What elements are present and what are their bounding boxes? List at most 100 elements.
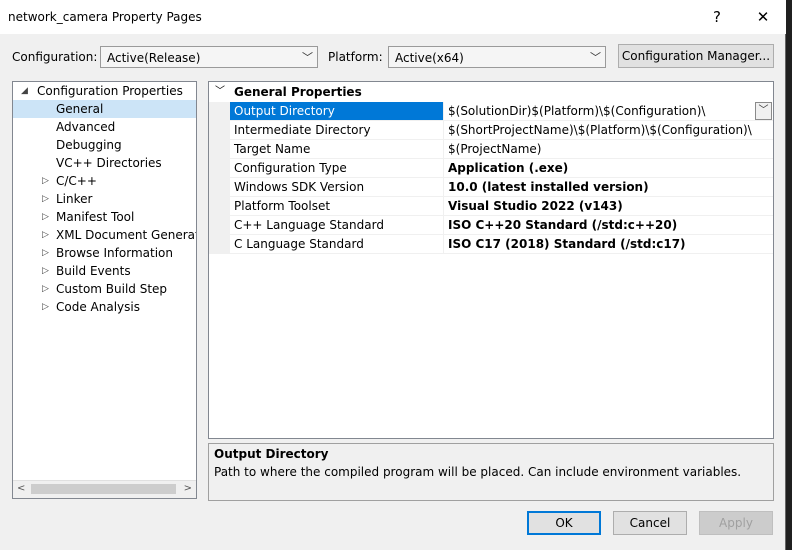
property-name[interactable]: C++ Language Standard bbox=[230, 216, 444, 235]
tree-item-linker[interactable]: ▷ Linker bbox=[13, 190, 196, 208]
tree-item-xml-document-generator[interactable]: ▷ XML Document Generator bbox=[13, 226, 196, 244]
tree-item-c-cpp[interactable]: ▷ C/C++ bbox=[13, 172, 196, 190]
row-gutter bbox=[209, 159, 230, 178]
property-value[interactable]: $(ShortProjectName)\$(Platform)\$(Config… bbox=[444, 121, 773, 140]
tree-item-label: Advanced bbox=[56, 120, 116, 134]
help-button[interactable]: ? bbox=[694, 0, 740, 34]
chevron-down-icon: ﹀ bbox=[590, 51, 601, 64]
tree-expanded-icon[interactable]: ◢ bbox=[21, 82, 28, 100]
property-value[interactable]: Visual Studio 2022 (v143) bbox=[444, 197, 773, 216]
platform-combo-value: Active(x64) bbox=[395, 51, 464, 65]
help-icon: ? bbox=[713, 8, 721, 26]
row-gutter bbox=[209, 197, 230, 216]
category-title: General Properties bbox=[234, 85, 362, 99]
apply-button[interactable]: Apply bbox=[699, 511, 773, 535]
configuration-manager-button[interactable]: Configuration Manager... bbox=[618, 44, 774, 68]
row-gutter bbox=[209, 140, 230, 159]
tree-collapsed-icon[interactable]: ▷ bbox=[42, 226, 49, 244]
tree-item-label: Configuration Properties bbox=[37, 84, 183, 98]
property-value[interactable]: ISO C17 (2018) Standard (/std:c17) bbox=[444, 235, 773, 254]
tree-item-label: Manifest Tool bbox=[56, 210, 135, 224]
platform-label: Platform: bbox=[328, 50, 383, 64]
configuration-combo[interactable]: Active(Release) ﹀ bbox=[100, 46, 318, 68]
scroll-right-icon[interactable]: > bbox=[184, 483, 192, 494]
scroll-left-icon[interactable]: < bbox=[17, 483, 25, 494]
property-value[interactable]: $(ProjectName) bbox=[444, 140, 773, 159]
chevron-down-icon[interactable]: ﹀ bbox=[215, 82, 225, 102]
tree-item-label: C/C++ bbox=[56, 174, 97, 188]
tree-collapsed-icon[interactable]: ▷ bbox=[42, 208, 49, 226]
tree-horizontal-scrollbar[interactable]: < > bbox=[13, 480, 196, 498]
tree-item-vc-directories[interactable]: VC++ Directories bbox=[13, 154, 196, 172]
tree-item-browse-information[interactable]: ▷ Browse Information bbox=[13, 244, 196, 262]
property-name[interactable]: Intermediate Directory bbox=[230, 121, 444, 140]
tree-item-configuration-properties[interactable]: ◢ Configuration Properties bbox=[13, 82, 196, 100]
cancel-button[interactable]: Cancel bbox=[613, 511, 687, 535]
close-icon: ✕ bbox=[756, 8, 770, 26]
property-row-windows-sdk-version[interactable]: Windows SDK Version 10.0 (latest install… bbox=[209, 178, 773, 197]
chevron-down-icon: ﹀ bbox=[302, 51, 313, 64]
scrollbar-thumb[interactable] bbox=[31, 484, 176, 494]
row-gutter bbox=[209, 121, 230, 140]
property-grid: ﹀ General Properties Output Directory $(… bbox=[208, 81, 774, 439]
property-row-configuration-type[interactable]: Configuration Type Application (.exe) bbox=[209, 159, 773, 178]
value-dropdown-button[interactable]: ﹀ bbox=[755, 102, 772, 120]
tree-collapsed-icon[interactable]: ▷ bbox=[42, 244, 49, 262]
property-name[interactable]: C Language Standard bbox=[230, 235, 444, 254]
platform-combo[interactable]: Active(x64) ﹀ bbox=[388, 46, 606, 68]
tree-item-label: VC++ Directories bbox=[56, 156, 162, 170]
property-tree: ◢ Configuration Properties General Advan… bbox=[12, 81, 197, 499]
property-name[interactable]: Target Name bbox=[230, 140, 444, 159]
tree-item-manifest-tool[interactable]: ▷ Manifest Tool bbox=[13, 208, 196, 226]
property-name[interactable]: Output Directory bbox=[230, 102, 444, 121]
tree-item-general[interactable]: General bbox=[13, 100, 196, 118]
tree-item-label: Browse Information bbox=[56, 246, 173, 260]
window-title: network_camera Property Pages bbox=[8, 10, 202, 24]
property-name[interactable]: Configuration Type bbox=[230, 159, 444, 178]
tree-item-code-analysis[interactable]: ▷ Code Analysis bbox=[13, 298, 196, 316]
tree-item-advanced[interactable]: Advanced bbox=[13, 118, 196, 136]
description-title: Output Directory bbox=[214, 447, 329, 461]
tree-item-label: Build Events bbox=[56, 264, 131, 278]
chevron-down-icon: ﹀ bbox=[758, 105, 769, 116]
ok-button[interactable]: OK bbox=[527, 511, 601, 535]
tree-item-label: Code Analysis bbox=[56, 300, 140, 314]
property-row-intermediate-directory[interactable]: Intermediate Directory $(ShortProjectNam… bbox=[209, 121, 773, 140]
tree-item-label: Linker bbox=[56, 192, 93, 206]
row-gutter bbox=[209, 216, 230, 235]
tree-collapsed-icon[interactable]: ▷ bbox=[42, 190, 49, 208]
tree-item-label: Custom Build Step bbox=[56, 282, 168, 296]
tree-item-custom-build-step[interactable]: ▷ Custom Build Step bbox=[13, 280, 196, 298]
tree-item-build-events[interactable]: ▷ Build Events bbox=[13, 262, 196, 280]
tree-item-debugging[interactable]: Debugging bbox=[13, 136, 196, 154]
property-value[interactable]: 10.0 (latest installed version) bbox=[444, 178, 773, 197]
property-name[interactable]: Windows SDK Version bbox=[230, 178, 444, 197]
property-value[interactable]: Application (.exe) bbox=[444, 159, 773, 178]
property-row-cpp-language-standard[interactable]: C++ Language Standard ISO C++20 Standard… bbox=[209, 216, 773, 235]
property-pages-dialog: network_camera Property Pages ? ✕ Config… bbox=[0, 0, 786, 550]
tree-item-label: General bbox=[56, 102, 104, 116]
configuration-label: Configuration: bbox=[12, 50, 98, 64]
property-value: $(SolutionDir)$(Platform)\$(Configuratio… bbox=[448, 104, 706, 118]
property-value-input[interactable]: $(SolutionDir)$(Platform)\$(Configuratio… bbox=[444, 102, 773, 121]
row-gutter bbox=[209, 235, 230, 254]
property-row-platform-toolset[interactable]: Platform Toolset Visual Studio 2022 (v14… bbox=[209, 197, 773, 216]
tree-item-label: XML Document Generator bbox=[56, 228, 197, 242]
property-row-output-directory[interactable]: Output Directory $(SolutionDir)$(Platfor… bbox=[209, 102, 773, 121]
configuration-combo-value: Active(Release) bbox=[107, 51, 201, 65]
category-general-properties[interactable]: ﹀ General Properties bbox=[209, 82, 773, 102]
title-bar: network_camera Property Pages ? ✕ bbox=[0, 0, 786, 34]
tree-collapsed-icon[interactable]: ▷ bbox=[42, 298, 49, 316]
tree-collapsed-icon[interactable]: ▷ bbox=[42, 172, 49, 190]
property-name[interactable]: Platform Toolset bbox=[230, 197, 444, 216]
close-button[interactable]: ✕ bbox=[740, 0, 786, 34]
property-row-c-language-standard[interactable]: C Language Standard ISO C17 (2018) Stand… bbox=[209, 235, 773, 254]
property-value[interactable]: ISO C++20 Standard (/std:c++20) bbox=[444, 216, 773, 235]
tree-collapsed-icon[interactable]: ▷ bbox=[42, 280, 49, 298]
configuration-bar: Configuration: Active(Release) ﹀ Platfor… bbox=[0, 44, 786, 70]
tree-item-label: Debugging bbox=[56, 138, 122, 152]
property-row-target-name[interactable]: Target Name $(ProjectName) bbox=[209, 140, 773, 159]
row-gutter bbox=[209, 102, 230, 121]
description-panel: Output Directory Path to where the compi… bbox=[208, 443, 774, 501]
tree-collapsed-icon[interactable]: ▷ bbox=[42, 262, 49, 280]
